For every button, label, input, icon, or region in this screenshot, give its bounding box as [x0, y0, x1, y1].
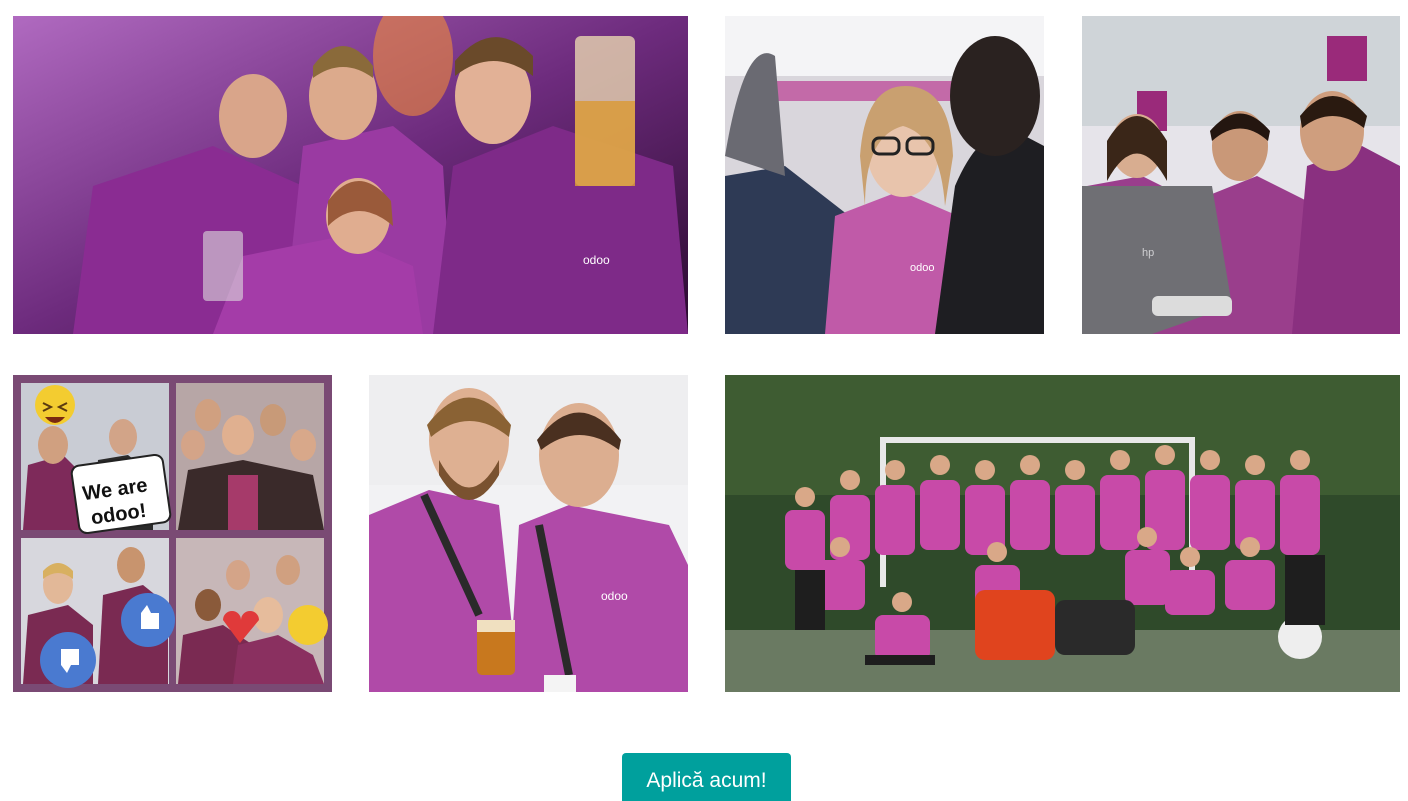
photobooth-collage-photo: We are odoo! — [13, 375, 332, 692]
apply-now-button[interactable]: Aplică acum! — [622, 753, 791, 801]
careers-gallery-section: odoo odoo hp We are odoo! odoo Aplică ac… — [0, 0, 1408, 801]
shirt-logo: odoo — [910, 262, 934, 274]
conference-woman-photo: odoo — [725, 16, 1044, 334]
shirt-logo: odoo — [583, 253, 610, 267]
two-colleagues-photo: odoo — [369, 375, 688, 692]
shirt-logo: odoo — [601, 589, 628, 603]
hockey-team-photo — [725, 375, 1400, 692]
party-team-photo: odoo — [13, 16, 688, 334]
laptop-logo: hp — [1142, 247, 1154, 259]
laptop-team-photo: hp — [1082, 16, 1400, 334]
